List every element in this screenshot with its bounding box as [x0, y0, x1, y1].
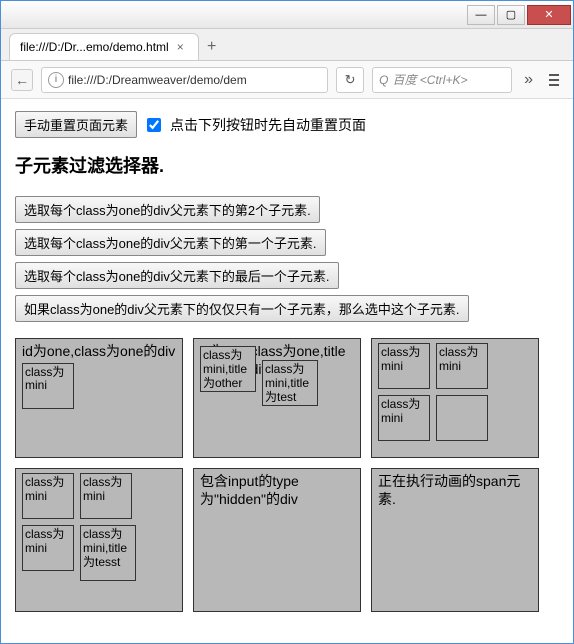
mini-box: class为mini	[80, 473, 132, 519]
box-three: class为mini class为mini class为mini	[371, 338, 539, 458]
menu-icon[interactable]	[545, 74, 563, 86]
mini-box: class为mini	[378, 395, 430, 441]
browser-tab[interactable]: file:///D:/Dr...emo/demo.html ×	[9, 33, 199, 60]
search-placeholder: 百度 <Ctrl+K>	[392, 71, 467, 88]
tab-bar: file:///D:/Dr...emo/demo.html × +	[1, 29, 573, 61]
box-one: id为one,class为one的div class为mini	[15, 338, 183, 458]
overflow-icon[interactable]: »	[520, 71, 537, 89]
box-four: class为mini class为mini class为mini class为m…	[15, 468, 183, 612]
site-info-icon[interactable]: i	[48, 72, 64, 88]
tab-title: file:///D:/Dr...emo/demo.html	[20, 40, 169, 54]
manual-reset-button[interactable]: 手动重置页面元素	[15, 111, 137, 138]
mini-box: class为mini,title为tesst	[80, 525, 136, 581]
reload-button[interactable]: ↻	[336, 67, 364, 93]
mini-box: class为mini	[22, 473, 74, 519]
top-controls: 手动重置页面元素 点击下列按钮时先自动重置页面	[15, 111, 559, 138]
mini-box: class为mini,title为test	[262, 360, 318, 406]
mini-box: class为mini	[22, 363, 74, 409]
auto-reset-checkbox[interactable]	[147, 118, 161, 132]
window-titlebar: — ▢ ✕	[1, 1, 573, 29]
page-content: 手动重置页面元素 点击下列按钮时先自动重置页面 子元素过滤选择器. 选取每个cl…	[1, 99, 573, 643]
select-only-button[interactable]: 如果class为one的div父元素下的仅仅只有一个子元素，那么选中这个子元素.	[15, 295, 469, 322]
action-buttons: 选取每个class为one的div父元素下的第2个子元素. 选取每个class为…	[15, 196, 559, 322]
box-five: 包含input的type为"hidden"的div	[193, 468, 361, 612]
demo-grid: id为one,class为one的div class为mini id为two,c…	[15, 338, 559, 612]
select-nth2-button[interactable]: 选取每个class为one的div父元素下的第2个子元素.	[15, 196, 320, 223]
mini-box: class为mini	[436, 343, 488, 389]
box-label: id为one,class为one的div	[22, 343, 176, 361]
page-title: 子元素过滤选择器.	[15, 152, 559, 178]
mini-box	[436, 395, 488, 441]
box-six: 正在执行动画的span元素.	[371, 468, 539, 612]
search-bar[interactable]: Q 百度 <Ctrl+K>	[372, 67, 512, 93]
mini-box: class为mini	[378, 343, 430, 389]
tab-close-icon[interactable]: ×	[177, 40, 184, 54]
new-tab-button[interactable]: +	[199, 34, 224, 60]
maximize-button[interactable]: ▢	[497, 5, 525, 25]
search-icon: Q	[379, 73, 388, 87]
window-buttons: — ▢ ✕	[465, 5, 571, 25]
box-label: 正在执行动画的span元素.	[378, 473, 532, 508]
box-label: 包含input的type为"hidden"的div	[200, 473, 354, 508]
minimize-button[interactable]: —	[467, 5, 495, 25]
mini-box: class为mini	[22, 525, 74, 571]
address-bar[interactable]: i file:///D:/Dreamweaver/demo/dem	[41, 67, 328, 93]
auto-reset-label: 点击下列按钮时先自动重置页面	[170, 115, 366, 135]
close-button[interactable]: ✕	[527, 5, 571, 25]
box-two: id为two,class为one,title为test的div. class为m…	[193, 338, 361, 458]
browser-window: — ▢ ✕ file:///D:/Dr...emo/demo.html × + …	[0, 0, 574, 644]
select-last-button[interactable]: 选取每个class为one的div父元素下的最后一个子元素.	[15, 262, 339, 289]
back-button[interactable]: ←	[11, 69, 33, 91]
select-first-button[interactable]: 选取每个class为one的div父元素下的第一个子元素.	[15, 229, 326, 256]
mini-box: class为mini,title为other	[200, 346, 256, 392]
url-toolbar: ← i file:///D:/Dreamweaver/demo/dem ↻ Q …	[1, 61, 573, 99]
url-text: file:///D:/Dreamweaver/demo/dem	[68, 73, 247, 87]
